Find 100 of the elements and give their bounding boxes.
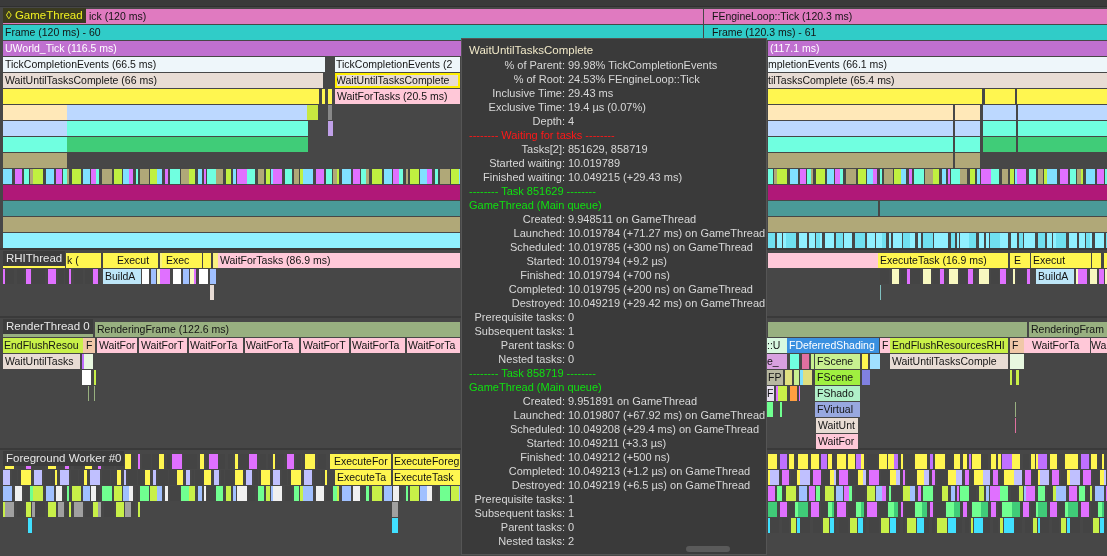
field-label: Scheduled: — [509, 422, 565, 436]
field-value: 851629, 858719 — [568, 142, 648, 156]
timing-event[interactable]: Exec — [162, 253, 202, 268]
timing-event[interactable]: WaitUnt — [816, 418, 858, 433]
timing-event[interactable]: WaitForTa — [407, 338, 460, 353]
field-value: 10.049219 (+29.42 ms) on GameThread — [568, 296, 766, 310]
field-value: 2 — [568, 534, 575, 548]
track-label[interactable]: Foreground Worker #0 — [3, 451, 125, 466]
timing-event[interactable]: WaitForTa — [1029, 338, 1090, 353]
timing-event[interactable]: WaitForTasks (86.9 ms) — [218, 253, 460, 268]
field-label: Destroyed: — [511, 296, 565, 310]
timing-event[interactable]: BuildA — [1036, 269, 1074, 284]
field-value: 0 — [568, 310, 575, 324]
field-value: 10.049219 (+6.5 µs) on GameThread — [568, 478, 751, 492]
timing-event[interactable]: tilTasksComplete (65.4 ms) — [768, 73, 1107, 88]
field-label: Created: — [522, 394, 565, 408]
timing-event[interactable]: WaitFor — [816, 434, 858, 449]
field-value: 10.019795 (+200 ns) on GameThread — [568, 282, 753, 296]
timing-event[interactable]: ick (120 ms) — [88, 9, 703, 24]
field-label: Parent tasks: — [500, 520, 565, 534]
field-value: 10.049208 (+29.4 ms) on GameThread — [568, 422, 760, 436]
timing-event[interactable]: WaitFor — [97, 338, 137, 353]
field-value: 10.019807 (+67.92 ms) on GameThread — [568, 408, 766, 422]
timing-event[interactable]: ExecuteTask — [393, 470, 460, 485]
timing-event[interactable]: Wa — [1091, 338, 1107, 353]
timing-event[interactable]: ExecuteForeg — [393, 454, 460, 469]
track-label[interactable]: ◊ GameThread — [3, 8, 86, 23]
scrollbar-thumb[interactable] — [686, 546, 730, 552]
field-label: Prerequisite tasks: — [474, 492, 565, 506]
field-value: 10.049215 (+29.43 ms) — [568, 170, 683, 184]
timing-event[interactable]: F — [767, 386, 774, 401]
timing-event[interactable]: Frame (120 ms) - 60 — [3, 25, 703, 40]
field-value: 1 — [568, 492, 575, 506]
field-value: 10.019789 — [568, 156, 620, 170]
timing-event[interactable]: WaitUntilTasksComplete — [335, 73, 460, 88]
timing-event[interactable]: TickCompletionEvents (66.5 ms) — [3, 57, 325, 72]
field-label: Launched: — [513, 226, 565, 240]
timing-event[interactable]: RenderingFram — [1029, 322, 1107, 337]
timing-event[interactable]: EndFlushResourcesRHI — [890, 338, 1008, 353]
timing-event[interactable]: FVirtual — [815, 402, 860, 417]
timing-event[interactable]: FEngineLoop::Tick (120.3 ms) — [704, 9, 1107, 24]
timing-event[interactable]: BuildA — [103, 269, 141, 284]
track-label[interactable]: RenderThread 0 — [3, 319, 93, 334]
field-label: % of Root: — [513, 72, 565, 86]
timing-event[interactable]: EndFlushResou — [3, 338, 83, 353]
field-label: Tasks[2]: — [521, 142, 565, 156]
timing-event[interactable]: ::U — [767, 338, 787, 353]
timing-event[interactable]: FShado — [815, 386, 860, 401]
timing-event[interactable]: WaitForTa — [351, 338, 405, 353]
field-value: 19.4 µs (0.07%) — [568, 100, 646, 114]
field-value: 10.019794 (+700 ns) — [568, 268, 670, 282]
field-value: 10.019785 (+300 ns) on GameThread — [568, 240, 753, 254]
timing-event[interactable]: FScene — [815, 354, 860, 369]
track-label[interactable]: RHIThread — [3, 251, 66, 266]
timing-event[interactable]: RenderingFrame (122.6 ms) — [95, 322, 460, 337]
field-label: Inclusive Time: — [492, 86, 565, 100]
timing-event[interactable]: WaitForT — [301, 338, 349, 353]
field-value: 10.049211 (+3.3 µs) — [568, 436, 667, 450]
timing-event[interactable]: WaitUntilTasksComple — [890, 354, 1008, 369]
timing-event[interactable]: ExecuteFor — [330, 454, 391, 469]
timing-event[interactable]: ExecuteTask (16.9 ms) — [878, 253, 1008, 268]
timing-event[interactable]: WaitForTasks (20.5 ms) — [335, 89, 460, 104]
timing-event[interactable]: WaitForTa — [245, 338, 299, 353]
field-value: 10.019784 (+71.27 ms) on GameThread — [568, 226, 766, 240]
timing-event[interactable]: Execut — [1031, 253, 1091, 268]
field-label: Nested tasks: — [498, 352, 565, 366]
field-value: 4 — [568, 114, 575, 128]
field-label: Subsequent tasks: — [474, 506, 565, 520]
timing-event[interactable]: ExecuteTa — [335, 470, 391, 485]
field-value: 0 — [568, 352, 575, 366]
field-value: 0 — [568, 338, 575, 352]
field-value: 0 — [568, 520, 575, 534]
timing-event[interactable]: mpletionEvents (66.1 ms) — [768, 57, 1107, 72]
field-value: 1 — [568, 324, 575, 338]
timing-event[interactable]: WaitForT — [139, 338, 187, 353]
section-heading: -------- Task 851629 -------- — [469, 184, 596, 198]
timing-event[interactable]: FScene — [815, 370, 860, 385]
field-label: Nested tasks: — [498, 534, 565, 548]
timing-event[interactable]: Frame (120.3 ms) - 61 — [704, 25, 1107, 40]
timing-event[interactable]: TickCompletionEvents (2 — [335, 57, 460, 72]
timing-event[interactable]: Execut — [103, 253, 158, 268]
timing-event[interactable]: WaitUntilTasks — [3, 354, 80, 369]
field-value: 9.948511 on GameThread — [568, 212, 697, 226]
field-value: 99.98% TickCompletionEvents — [568, 58, 718, 72]
timing-event[interactable]: WaitForTa — [189, 338, 243, 353]
field-label: Parent tasks: — [500, 338, 565, 352]
field-label: Started: — [526, 436, 565, 450]
timing-event[interactable]: WaitUntilTasksComplete (66 ms) — [3, 73, 323, 88]
timing-event[interactable]: E — [1010, 253, 1030, 268]
field-label: Exclusive Time: — [488, 100, 565, 114]
field-label: Finished: — [520, 450, 565, 464]
timing-event[interactable]: FP — [767, 370, 783, 385]
field-label: Subsequent tasks: — [474, 324, 565, 338]
timing-event[interactable]: e_ — [767, 354, 787, 369]
field-label: Started waiting: — [489, 156, 565, 170]
tooltip-title: WaitUntilTasksComplete — [469, 43, 595, 58]
timing-event[interactable]: F — [880, 338, 890, 353]
timing-event[interactable]: k ( — [66, 253, 101, 268]
field-value: 24.53% FEngineLoop::Tick — [568, 72, 700, 86]
timing-event[interactable]: F — [1010, 338, 1024, 353]
